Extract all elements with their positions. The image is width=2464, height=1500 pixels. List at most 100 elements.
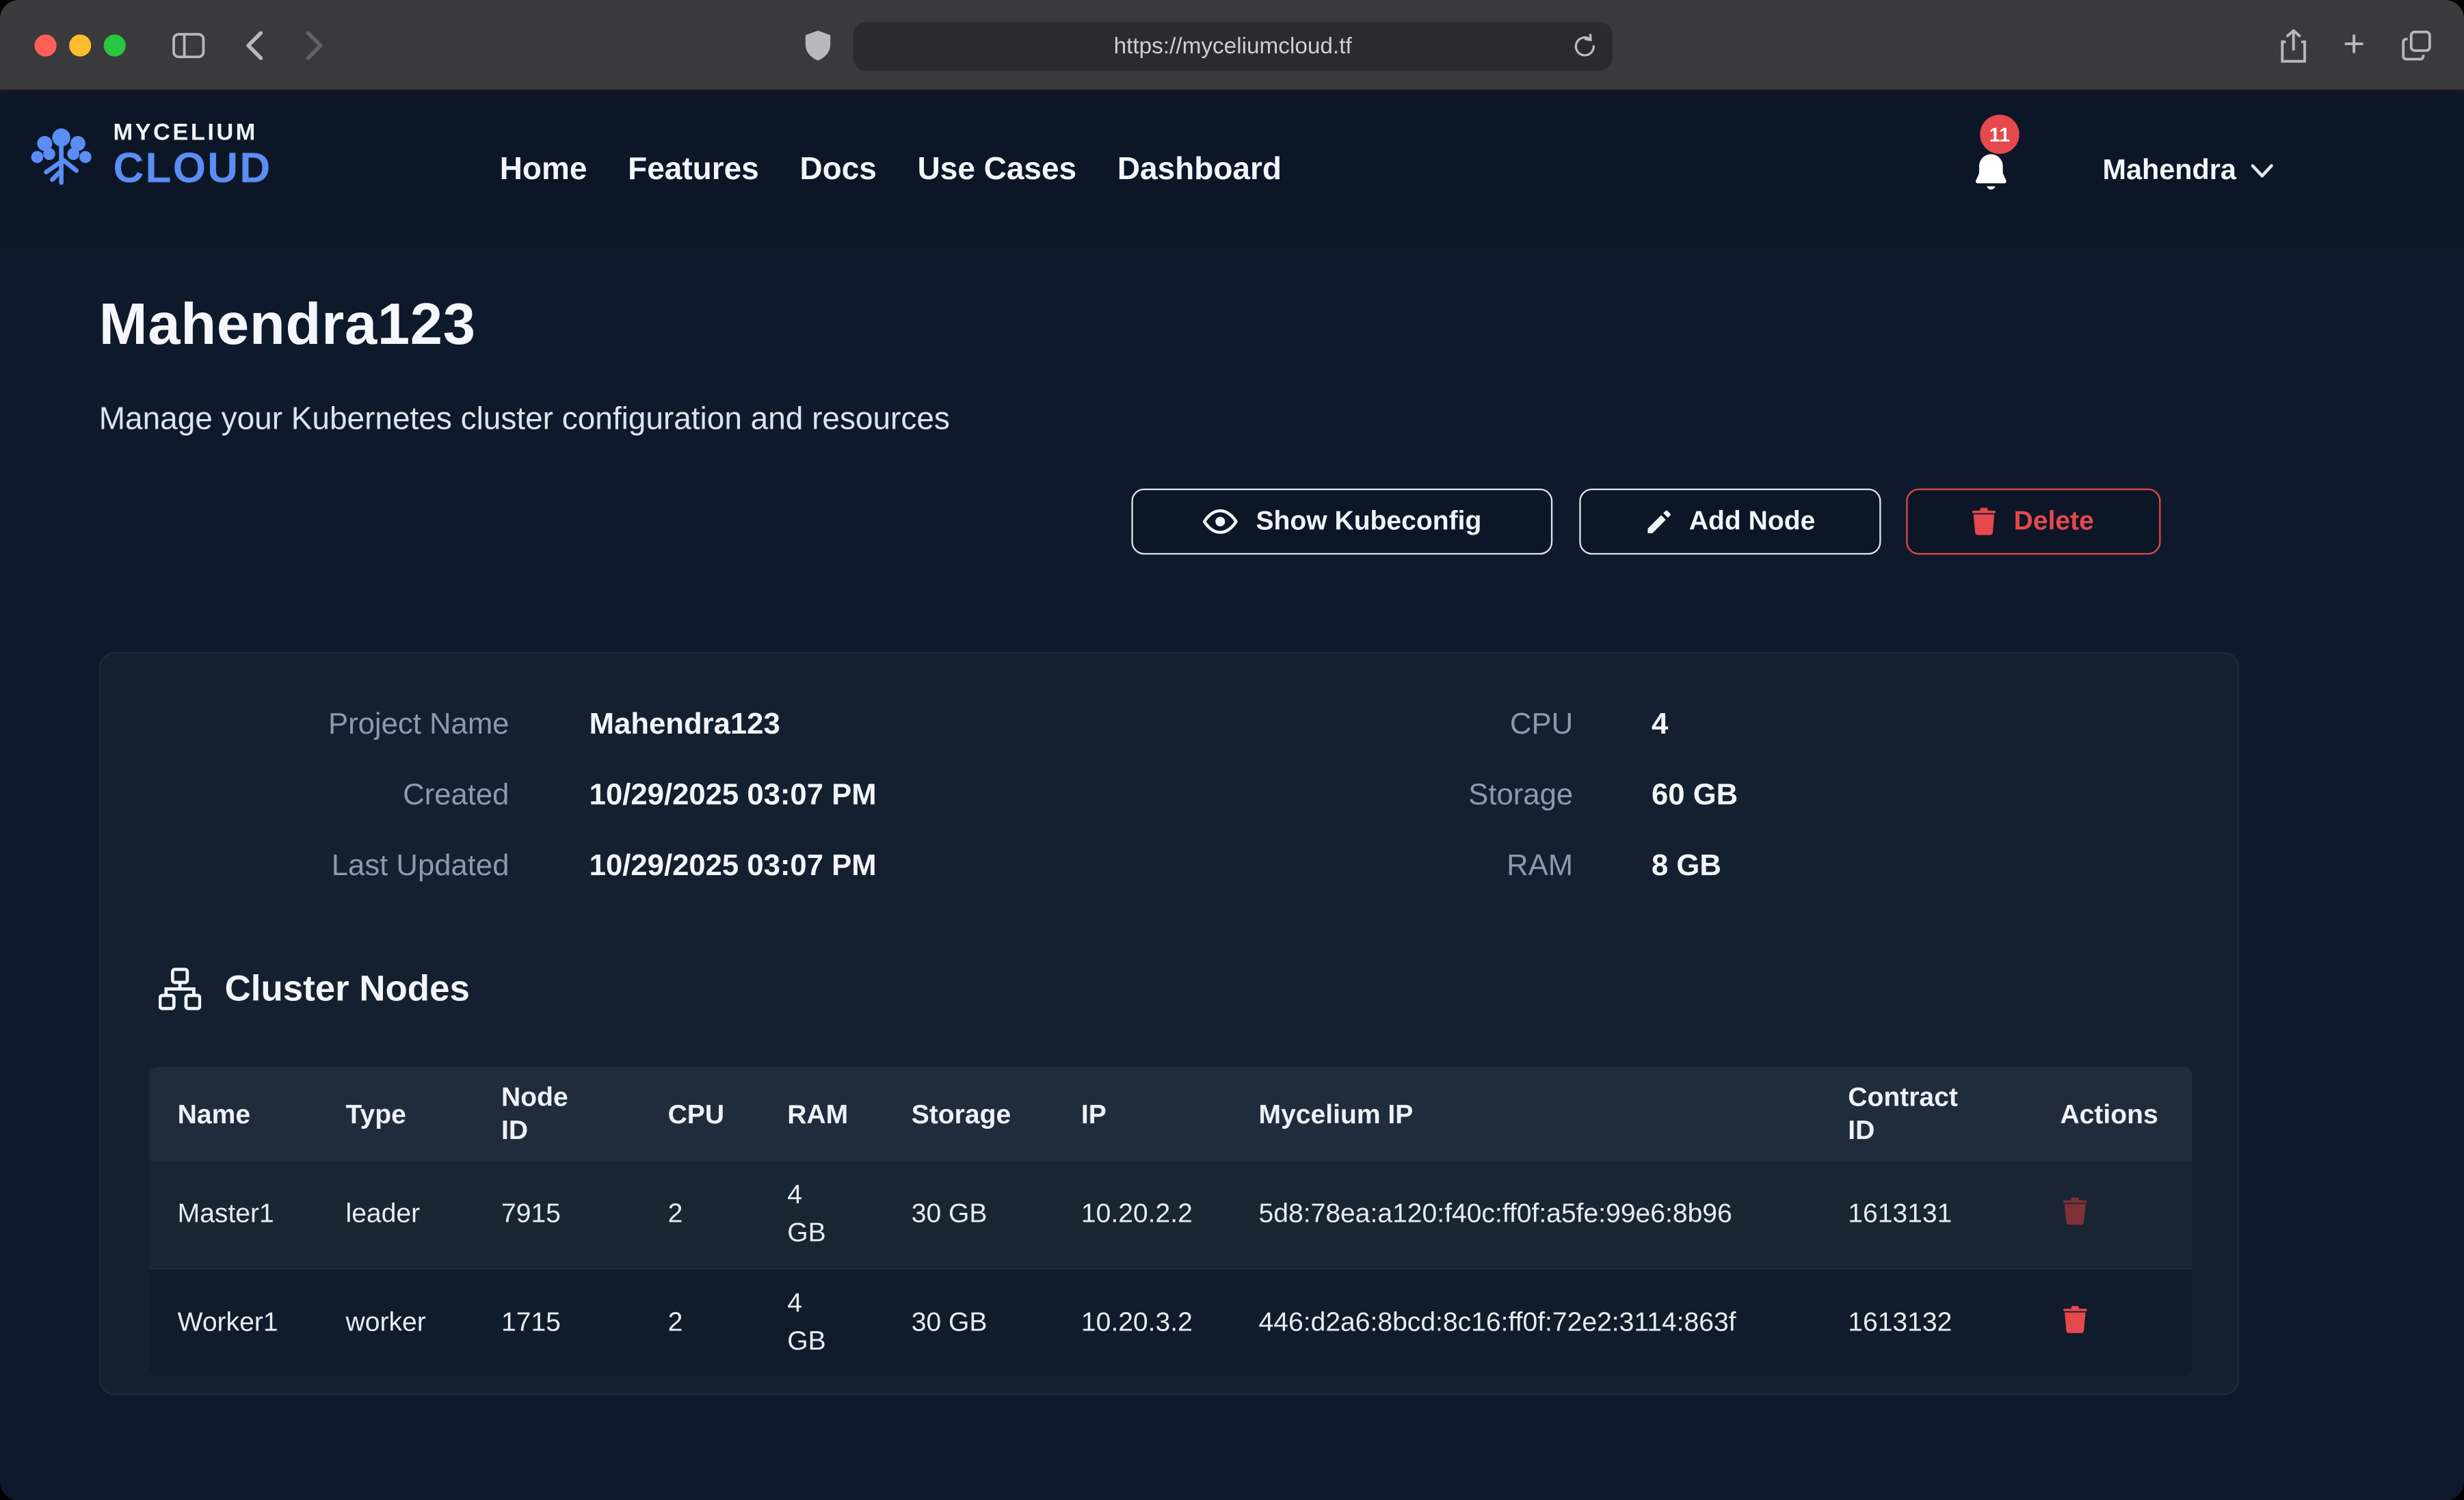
page-content: Mahendra123 Manage your Kubernetes clust… (0, 91, 2464, 1500)
delete-node-button[interactable] (2060, 1302, 2090, 1341)
sidebar-toggle-icon[interactable] (167, 0, 211, 91)
table-row-master1: Master1 leader 7915 2 4 GB 30 GB 10.20.2… (149, 1161, 2192, 1268)
nodes-table: Name Type Node ID CPU RAM Storage IP Myc… (149, 1067, 2192, 1376)
cell-cpu: 2 (639, 1161, 759, 1268)
cell-type: leader (317, 1161, 473, 1268)
url-text: https://myceliumcloud.tf (1114, 34, 1352, 59)
cluster-actions: Show Kubeconfig Add Node Delete (0, 489, 2464, 555)
browser-window: https://myceliumcloud.tf + Mahendra123 M… (0, 0, 2464, 1500)
page-title: Mahendra123 (99, 292, 476, 358)
nav-item-docs[interactable]: Docs (799, 152, 876, 188)
close-window-button[interactable] (35, 35, 57, 57)
cell-ip: 10.20.3.2 (1053, 1268, 1231, 1376)
detail-label: Last Updated (101, 842, 509, 891)
address-bar[interactable]: https://myceliumcloud.tf (853, 22, 1613, 70)
browser-toolbar: https://myceliumcloud.tf + (0, 0, 2464, 91)
page-subtitle: Manage your Kubernetes cluster configura… (99, 402, 950, 438)
col-node-id: Node ID (473, 1067, 640, 1161)
trash-icon (2063, 1196, 2087, 1224)
col-name: Name (149, 1067, 317, 1161)
detail-value: Mahendra123 (589, 701, 877, 749)
notifications-button[interactable]: 11 (1961, 91, 2037, 248)
back-icon[interactable] (236, 0, 274, 91)
add-node-label: Add Node (1689, 506, 1815, 537)
trash-icon (2063, 1304, 2087, 1332)
cell-ram: 4 GB (759, 1161, 884, 1268)
desktop: https://myceliumcloud.tf + Mahendra123 M… (0, 0, 2464, 1500)
col-cpu: CPU (639, 1067, 759, 1161)
cell-contract-id: 1613131 (1820, 1161, 2032, 1268)
tab-overview-icon[interactable] (2395, 0, 2439, 91)
add-node-button[interactable]: Add Node (1579, 489, 1881, 555)
detail-label: RAM (1201, 842, 1574, 891)
cell-ip: 10.20.2.2 (1053, 1161, 1231, 1268)
show-kubeconfig-button[interactable]: Show Kubeconfig (1131, 489, 1552, 555)
col-ip: IP (1053, 1067, 1231, 1161)
cell-node-id: 1715 (473, 1268, 640, 1376)
forward-icon[interactable] (295, 0, 333, 91)
trash-icon (1973, 507, 1996, 535)
cell-storage: 30 GB (883, 1161, 1052, 1268)
chevron-down-icon (2251, 158, 2274, 186)
brand-name-top: MYCELIUM (113, 121, 271, 144)
table-row-worker1: Worker1 worker 1715 2 4 GB 30 GB 10.20.3… (149, 1268, 2192, 1376)
eye-icon (1202, 507, 1238, 535)
reload-icon[interactable] (1572, 31, 1598, 68)
nav-links: Home Features Docs Use Cases Dashboard (500, 91, 1282, 248)
detail-label: CPU (1201, 701, 1574, 749)
cell-type: worker (317, 1268, 473, 1376)
cell-mycelium-ip: 5d8:78ea:a120:f40c:ff0f:a5fe:99e6:8b96 (1230, 1161, 1820, 1268)
brand-logo[interactable]: MYCELIUM CLOUD (25, 120, 272, 192)
col-contract-id: Contract ID (1820, 1067, 2032, 1161)
nav-item-use-cases[interactable]: Use Cases (918, 152, 1077, 188)
cell-storage: 30 GB (883, 1268, 1052, 1376)
table-header-row: Name Type Node ID CPU RAM Storage IP Myc… (149, 1067, 2192, 1161)
bell-icon (1970, 151, 2011, 203)
cell-name: Master1 (149, 1161, 317, 1268)
nav-item-dashboard[interactable]: Dashboard (1117, 152, 1282, 188)
cell-node-id: 7915 (473, 1161, 640, 1268)
cell-cpu: 2 (639, 1268, 759, 1376)
minimize-window-button[interactable] (69, 35, 91, 57)
cell-mycelium-ip: 446:d2a6:8bcd:8c16:ff0f:72e2:3114:863f (1230, 1268, 1820, 1376)
cluster-nodes-heading: Cluster Nodes (159, 967, 470, 1010)
nav-item-features[interactable]: Features (628, 152, 759, 188)
col-storage: Storage (883, 1067, 1052, 1161)
window-controls (35, 35, 126, 57)
detail-label: Project Name (101, 701, 509, 749)
share-icon[interactable] (2273, 0, 2314, 91)
show-kubeconfig-label: Show Kubeconfig (1256, 506, 1481, 537)
cluster-nodes-title: Cluster Nodes (225, 967, 470, 1010)
nav-item-home[interactable]: Home (500, 152, 587, 188)
detail-value: 4 (1652, 701, 1738, 749)
sitemap-icon (159, 967, 201, 1010)
brand-name-bottom: CLOUD (113, 148, 271, 190)
privacy-shield-icon[interactable] (795, 0, 839, 91)
col-type: Type (317, 1067, 473, 1161)
col-mycelium-ip: Mycelium IP (1230, 1067, 1820, 1161)
cell-contract-id: 1613132 (1820, 1268, 2032, 1376)
cell-name: Worker1 (149, 1268, 317, 1376)
site-navbar: MYCELIUM CLOUD Home Features Docs Use Ca… (0, 91, 2464, 248)
delete-node-button[interactable] (2060, 1193, 2090, 1232)
cell-actions (2032, 1268, 2192, 1376)
mycelium-logo-icon (25, 120, 98, 192)
detail-value: 10/29/2025 03:07 PM (589, 842, 877, 891)
col-ram: RAM (759, 1067, 884, 1161)
delete-label: Delete (2014, 506, 2094, 537)
pencil-icon (1645, 508, 1672, 535)
notification-count-badge: 11 (1980, 115, 2019, 154)
cluster-details-card: Project Name Mahendra123 Created 10/29/2… (99, 652, 2240, 1395)
col-actions: Actions (2032, 1067, 2192, 1161)
user-menu[interactable]: Mahendra (2102, 91, 2274, 248)
zoom-window-button[interactable] (104, 35, 126, 57)
cell-ram: 4 GB (759, 1268, 884, 1376)
new-tab-icon[interactable]: + (2333, 0, 2374, 91)
detail-label: Storage (1201, 771, 1574, 820)
detail-value: 10/29/2025 03:07 PM (589, 771, 877, 820)
detail-value: 60 GB (1652, 771, 1738, 820)
cell-actions (2032, 1161, 2192, 1268)
delete-cluster-button[interactable]: Delete (1906, 489, 2160, 555)
detail-label: Created (101, 771, 509, 820)
user-name: Mahendra (2102, 153, 2236, 186)
